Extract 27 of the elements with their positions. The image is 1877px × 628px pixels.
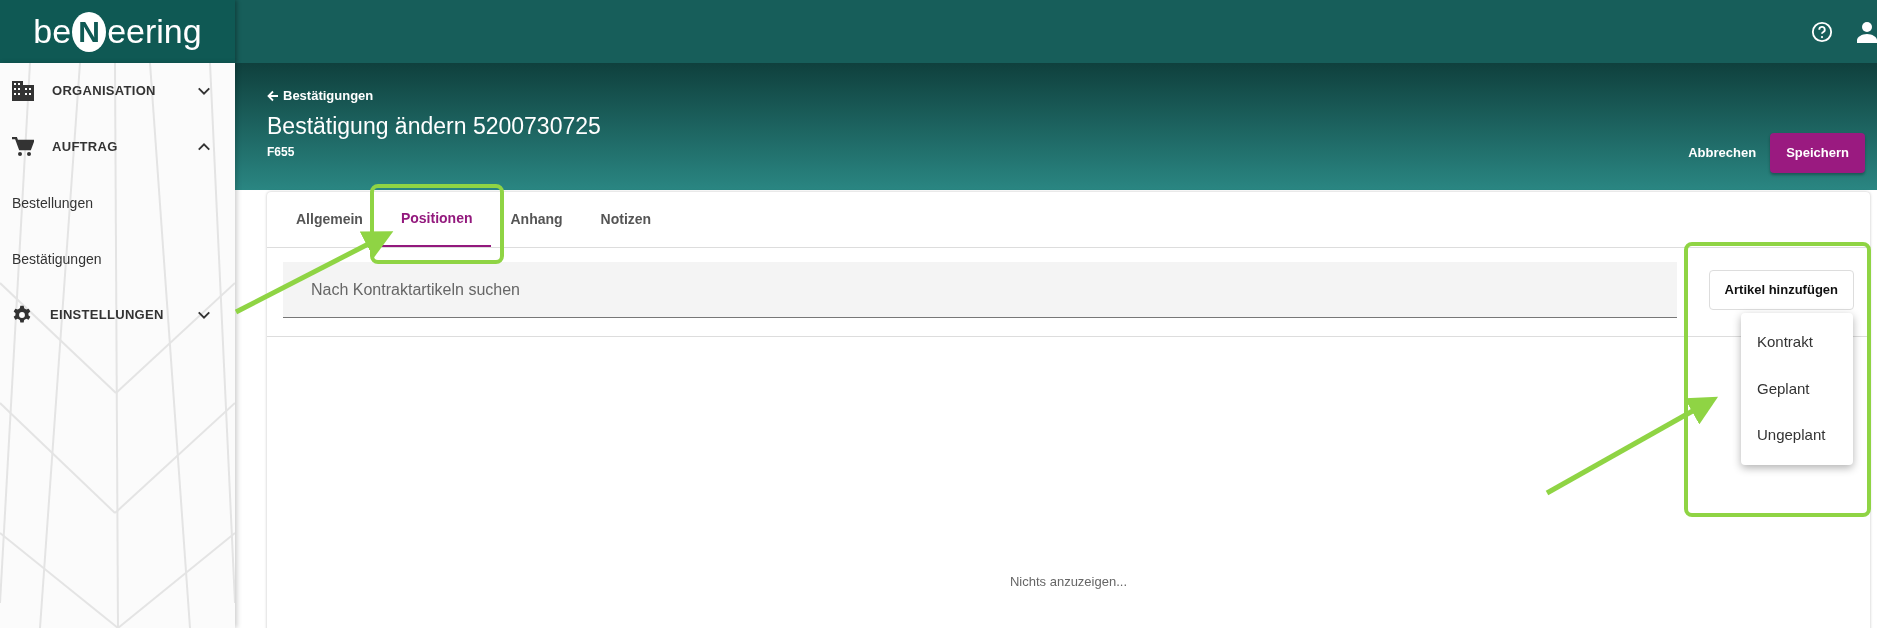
arrow-left-icon <box>267 90 279 102</box>
sidebar-item[interactable]: Bestätigungen <box>0 231 235 287</box>
empty-message: Nichts anzuzeigen... <box>1009 574 1128 589</box>
add-article-button[interactable]: Artikel hinzufügen <box>1708 270 1854 310</box>
user-icon[interactable] <box>1857 20 1877 43</box>
sidebar-group[interactable]: EINSTELLUNGEN <box>0 287 235 343</box>
logo: be N eering <box>0 0 235 63</box>
sidebar-group[interactable]: AUFTRAG <box>0 119 235 175</box>
search-field[interactable]: Nach Kontraktartikeln suchen <box>283 262 1677 318</box>
page-subtitle: F655 <box>267 143 296 161</box>
sidebar-group[interactable]: ORGANISATION <box>0 63 235 119</box>
menu-item[interactable]: Ungeplant <box>1741 412 1853 459</box>
menu-item[interactable]: Geplant <box>1741 365 1853 412</box>
tab[interactable]: Notizen <box>581 192 671 247</box>
tab[interactable]: Positionen <box>381 192 492 247</box>
help-icon[interactable] <box>1811 20 1833 43</box>
menu-item[interactable]: Kontrakt <box>1741 319 1853 366</box>
sidebar-item[interactable]: Bestellungen <box>0 175 235 231</box>
cancel-button[interactable]: Abbrechen <box>1684 137 1761 169</box>
back-link[interactable]: Bestätigungen <box>267 86 374 106</box>
save-button[interactable]: Speichern <box>1770 133 1865 173</box>
settings-icon <box>12 305 32 325</box>
tab[interactable]: Allgemein <box>277 192 382 247</box>
page-title: Bestätigung ändern 5200730725 <box>267 113 601 141</box>
cart-icon <box>12 137 34 157</box>
tab[interactable]: Anhang <box>491 192 582 247</box>
building-icon <box>12 81 34 101</box>
